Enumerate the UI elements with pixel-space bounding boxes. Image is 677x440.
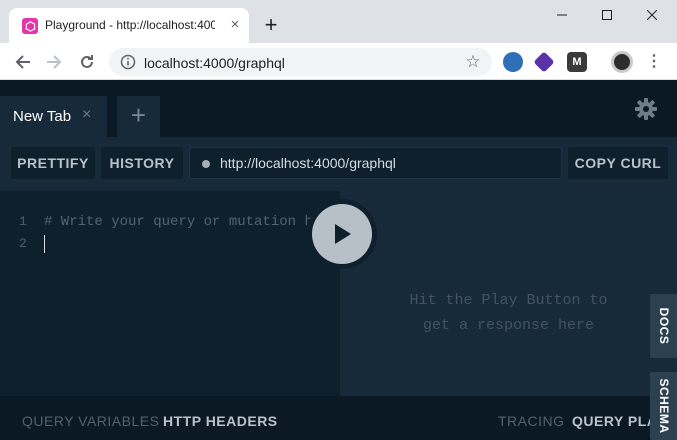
editor-comment: # Write your query or mutation here	[44, 214, 339, 230]
http-headers-tab[interactable]: HTTP HEADERS	[163, 413, 278, 429]
minimize-icon	[557, 14, 567, 16]
graphql-favicon-icon	[22, 18, 38, 34]
playground-tab-close-icon[interactable]: ×	[82, 106, 91, 124]
schema-tab[interactable]: SCHEMA	[650, 372, 677, 440]
tracing-tab[interactable]: TRACING	[498, 413, 565, 429]
playground-topbar: PRETTIFY HISTORY http://localhost:4000/g…	[0, 137, 677, 191]
close-icon	[647, 10, 657, 20]
endpoint-input[interactable]: http://localhost:4000/graphql	[189, 147, 562, 179]
window-close-button[interactable]	[629, 0, 675, 30]
arrow-right-icon	[47, 55, 62, 69]
playground-bottombar: QUERY VARIABLES HTTP HEADERS TRACING QUE…	[0, 396, 650, 440]
browser-tab-title: Playground - http://localhost:4000	[45, 18, 215, 32]
line-number: 1	[19, 214, 27, 229]
address-bar-url: localhost:4000/graphql	[144, 55, 285, 71]
result-pane: Hit the Play Button to get a response he…	[340, 191, 677, 396]
info-icon[interactable]	[120, 54, 136, 70]
query-plan-tab[interactable]: QUERY PLAN	[572, 413, 650, 429]
maximize-icon	[602, 10, 612, 20]
play-icon	[335, 224, 351, 244]
playground-tab-label: New Tab	[13, 108, 72, 125]
browser-menu-icon[interactable]: ⋮	[645, 51, 663, 73]
address-bar[interactable]: localhost:4000/graphql ☆	[109, 48, 492, 76]
browser-tabstrip: Playground - http://localhost:4000 × +	[0, 0, 677, 43]
browser-toolbar: localhost:4000/graphql ☆ M ⋮	[0, 43, 677, 80]
reload-button[interactable]	[73, 48, 101, 76]
extension-globe-icon[interactable]	[503, 52, 523, 72]
query-editor[interactable]: 1 2 # Write your query or mutation here	[0, 191, 340, 396]
window-maximize-button[interactable]	[584, 0, 630, 30]
schema-tab-label: SCHEMA	[656, 378, 671, 434]
result-hint-line: get a response here	[422, 317, 595, 334]
extension-layers-icon[interactable]	[533, 51, 555, 73]
forward-button[interactable]	[40, 48, 68, 76]
arrow-left-icon	[15, 55, 30, 69]
history-button[interactable]: HISTORY	[101, 147, 183, 179]
prettify-button[interactable]: PRETTIFY	[11, 147, 95, 179]
playground-tab[interactable]: New Tab ×	[0, 96, 107, 137]
execute-query-button[interactable]	[307, 199, 377, 269]
text-cursor	[44, 235, 45, 253]
browser-new-tab-button[interactable]: +	[258, 12, 284, 38]
endpoint-status-icon	[202, 160, 210, 168]
copy-curl-button[interactable]: COPY CURL	[568, 147, 668, 179]
browser-tab-close-icon[interactable]: ×	[226, 16, 244, 34]
result-hint-line: Hit the Play Button to	[409, 292, 608, 309]
back-button[interactable]	[9, 48, 37, 76]
docs-tab-label: DOCS	[656, 307, 671, 345]
reload-icon	[81, 55, 93, 68]
graphql-logo-icon	[24, 20, 36, 32]
result-hint: Hit the Play Button to get a response he…	[340, 288, 677, 338]
docs-tab[interactable]: DOCS	[650, 294, 677, 358]
window-minimize-button[interactable]	[539, 0, 585, 30]
line-number: 2	[19, 236, 27, 251]
bookmark-star-icon[interactable]: ☆	[464, 53, 482, 71]
browser-tab[interactable]: Playground - http://localhost:4000 ×	[9, 8, 249, 43]
endpoint-url: http://localhost:4000/graphql	[220, 155, 396, 171]
extension-m-icon[interactable]: M	[567, 52, 587, 72]
profile-avatar[interactable]	[611, 51, 633, 73]
playground-tabbar: New Tab × +	[0, 80, 677, 137]
settings-gear-icon[interactable]	[634, 97, 658, 121]
add-tab-button[interactable]: +	[117, 96, 160, 137]
query-variables-tab[interactable]: QUERY VARIABLES	[22, 413, 159, 429]
play-button-face	[312, 204, 372, 264]
